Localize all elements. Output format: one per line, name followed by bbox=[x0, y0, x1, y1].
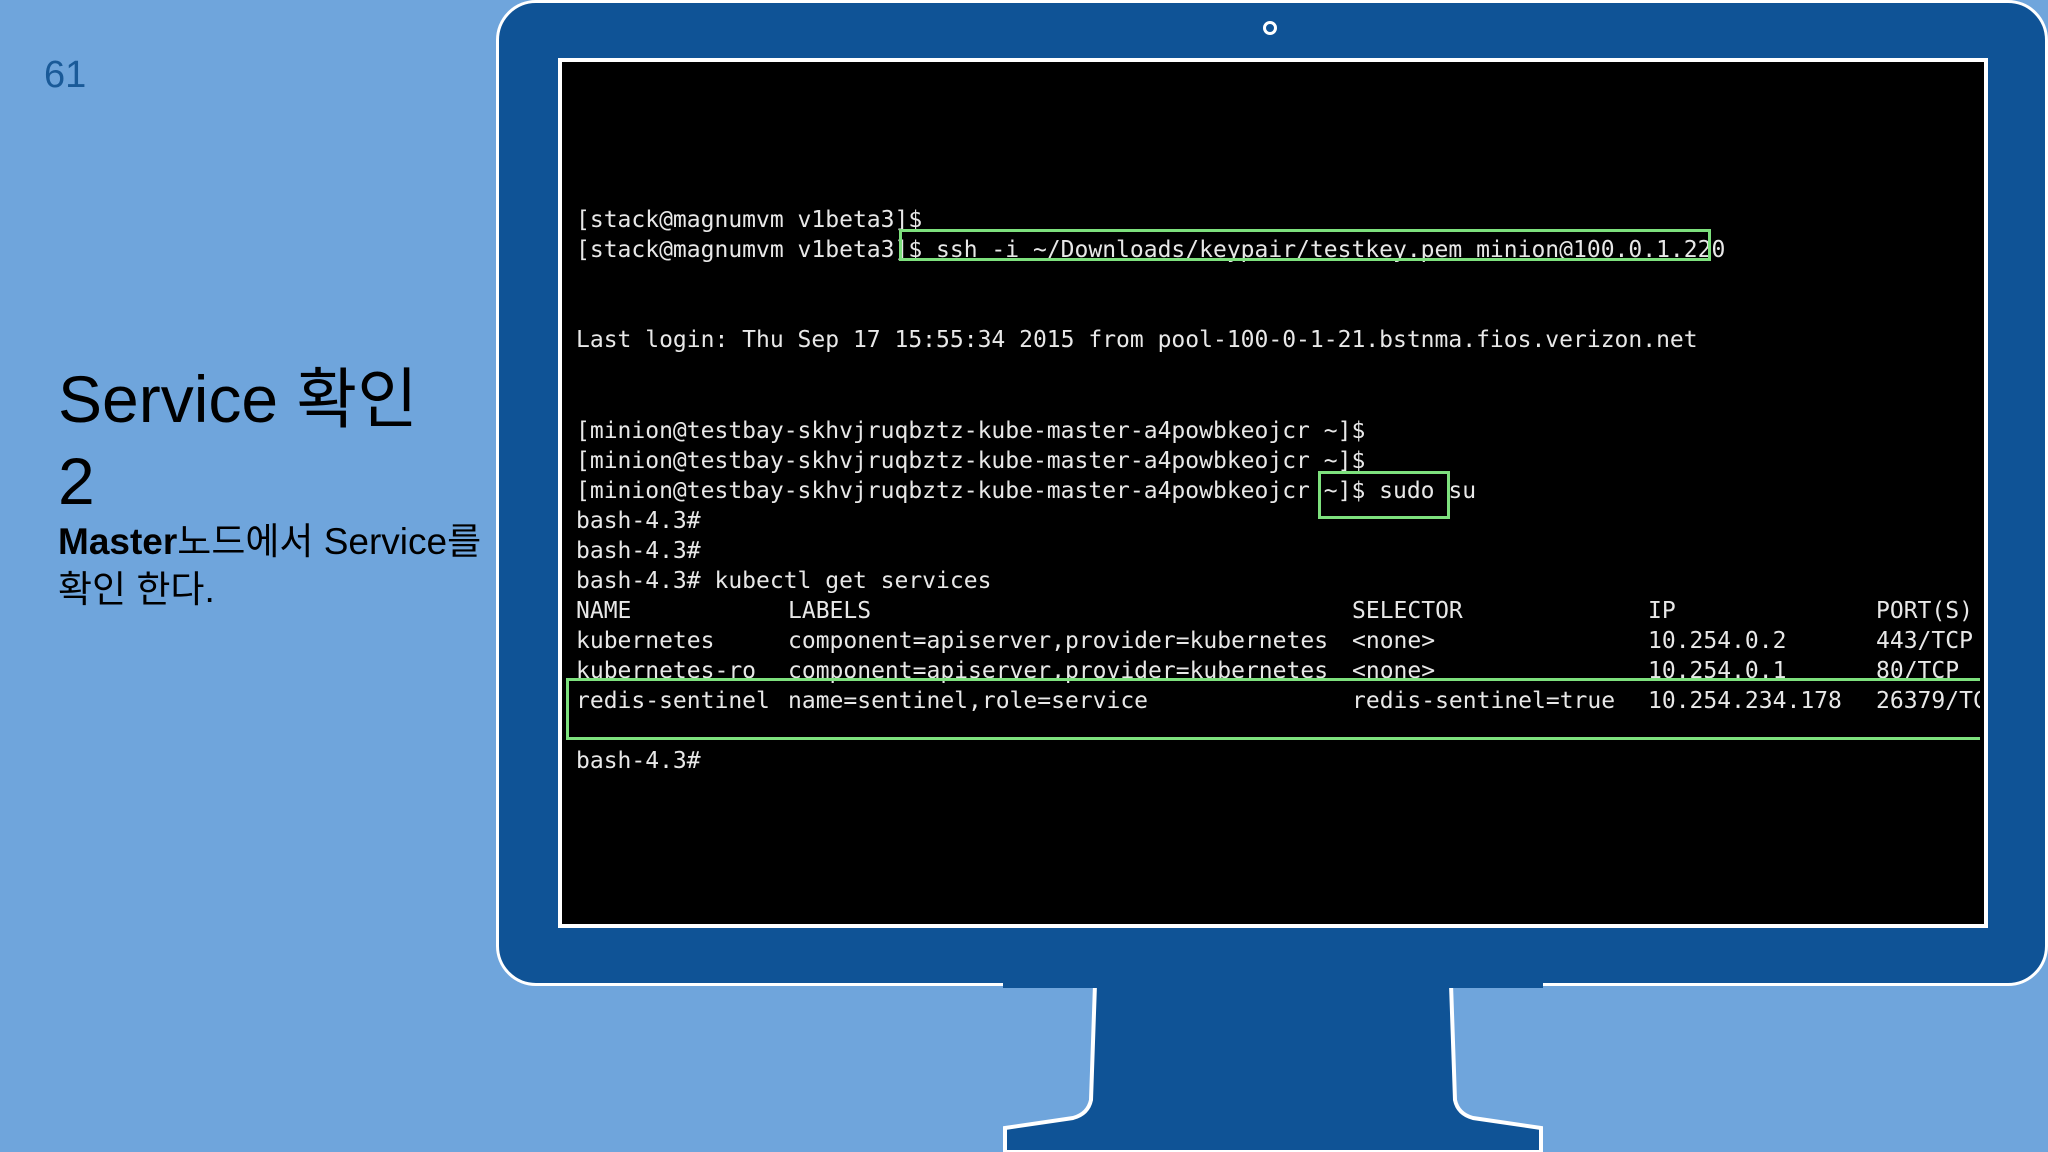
monitor-stand bbox=[1003, 982, 1543, 1152]
terminal-line: bash-4.3# bbox=[576, 538, 701, 564]
terminal-line: bash-4.3# kubectl get services bbox=[576, 568, 992, 594]
table-cell: 10.254.0.2 bbox=[1648, 628, 1787, 654]
terminal-line: [minion@testbay-skhvjruqbztz-kube-master… bbox=[576, 448, 1366, 474]
table-cell: <none> bbox=[1352, 628, 1436, 654]
terminal-line: [stack@magnumvm v1beta3]$ bbox=[576, 207, 923, 233]
monitor-screen: [stack@magnumvm v1beta3]$ [stack@magnumv… bbox=[558, 58, 1988, 928]
slide-description: Master노드에서 Service를 확인 한다. bbox=[58, 518, 498, 614]
terminal-window[interactable]: [stack@magnumvm v1beta3]$ [stack@magnumv… bbox=[566, 66, 1980, 920]
ssh-command-highlight bbox=[899, 229, 1711, 261]
table-cell: 443/TCP bbox=[1876, 628, 1973, 654]
table-header-labels: LABELS bbox=[788, 598, 872, 624]
terminal-line: bash-4.3# bbox=[576, 748, 701, 774]
table-cell: kubernetes bbox=[576, 628, 715, 654]
slide-title: Service 확인 2 bbox=[58, 362, 418, 518]
table-header-name: NAME bbox=[576, 598, 632, 624]
table-cell: component=apiserver,provider=kubernetes bbox=[788, 628, 1329, 654]
table-header-ip: IP bbox=[1648, 598, 1676, 624]
table-header-ports: PORT(S) bbox=[1876, 598, 1973, 624]
terminal-line: bash-4.3# bbox=[576, 508, 701, 534]
redis-row-highlight bbox=[566, 678, 1980, 740]
terminal-line: [minion@testbay-skhvjruqbztz-kube-master… bbox=[576, 418, 1366, 444]
page-number: 61 bbox=[44, 54, 87, 96]
sudo-command-highlight bbox=[1318, 471, 1450, 519]
slide-description-strong: Master bbox=[58, 521, 178, 562]
camera-icon bbox=[1263, 21, 1277, 35]
table-header-selector: SELECTOR bbox=[1352, 598, 1463, 624]
terminal-line: Last login: Thu Sep 17 15:55:34 2015 fro… bbox=[576, 327, 1698, 353]
